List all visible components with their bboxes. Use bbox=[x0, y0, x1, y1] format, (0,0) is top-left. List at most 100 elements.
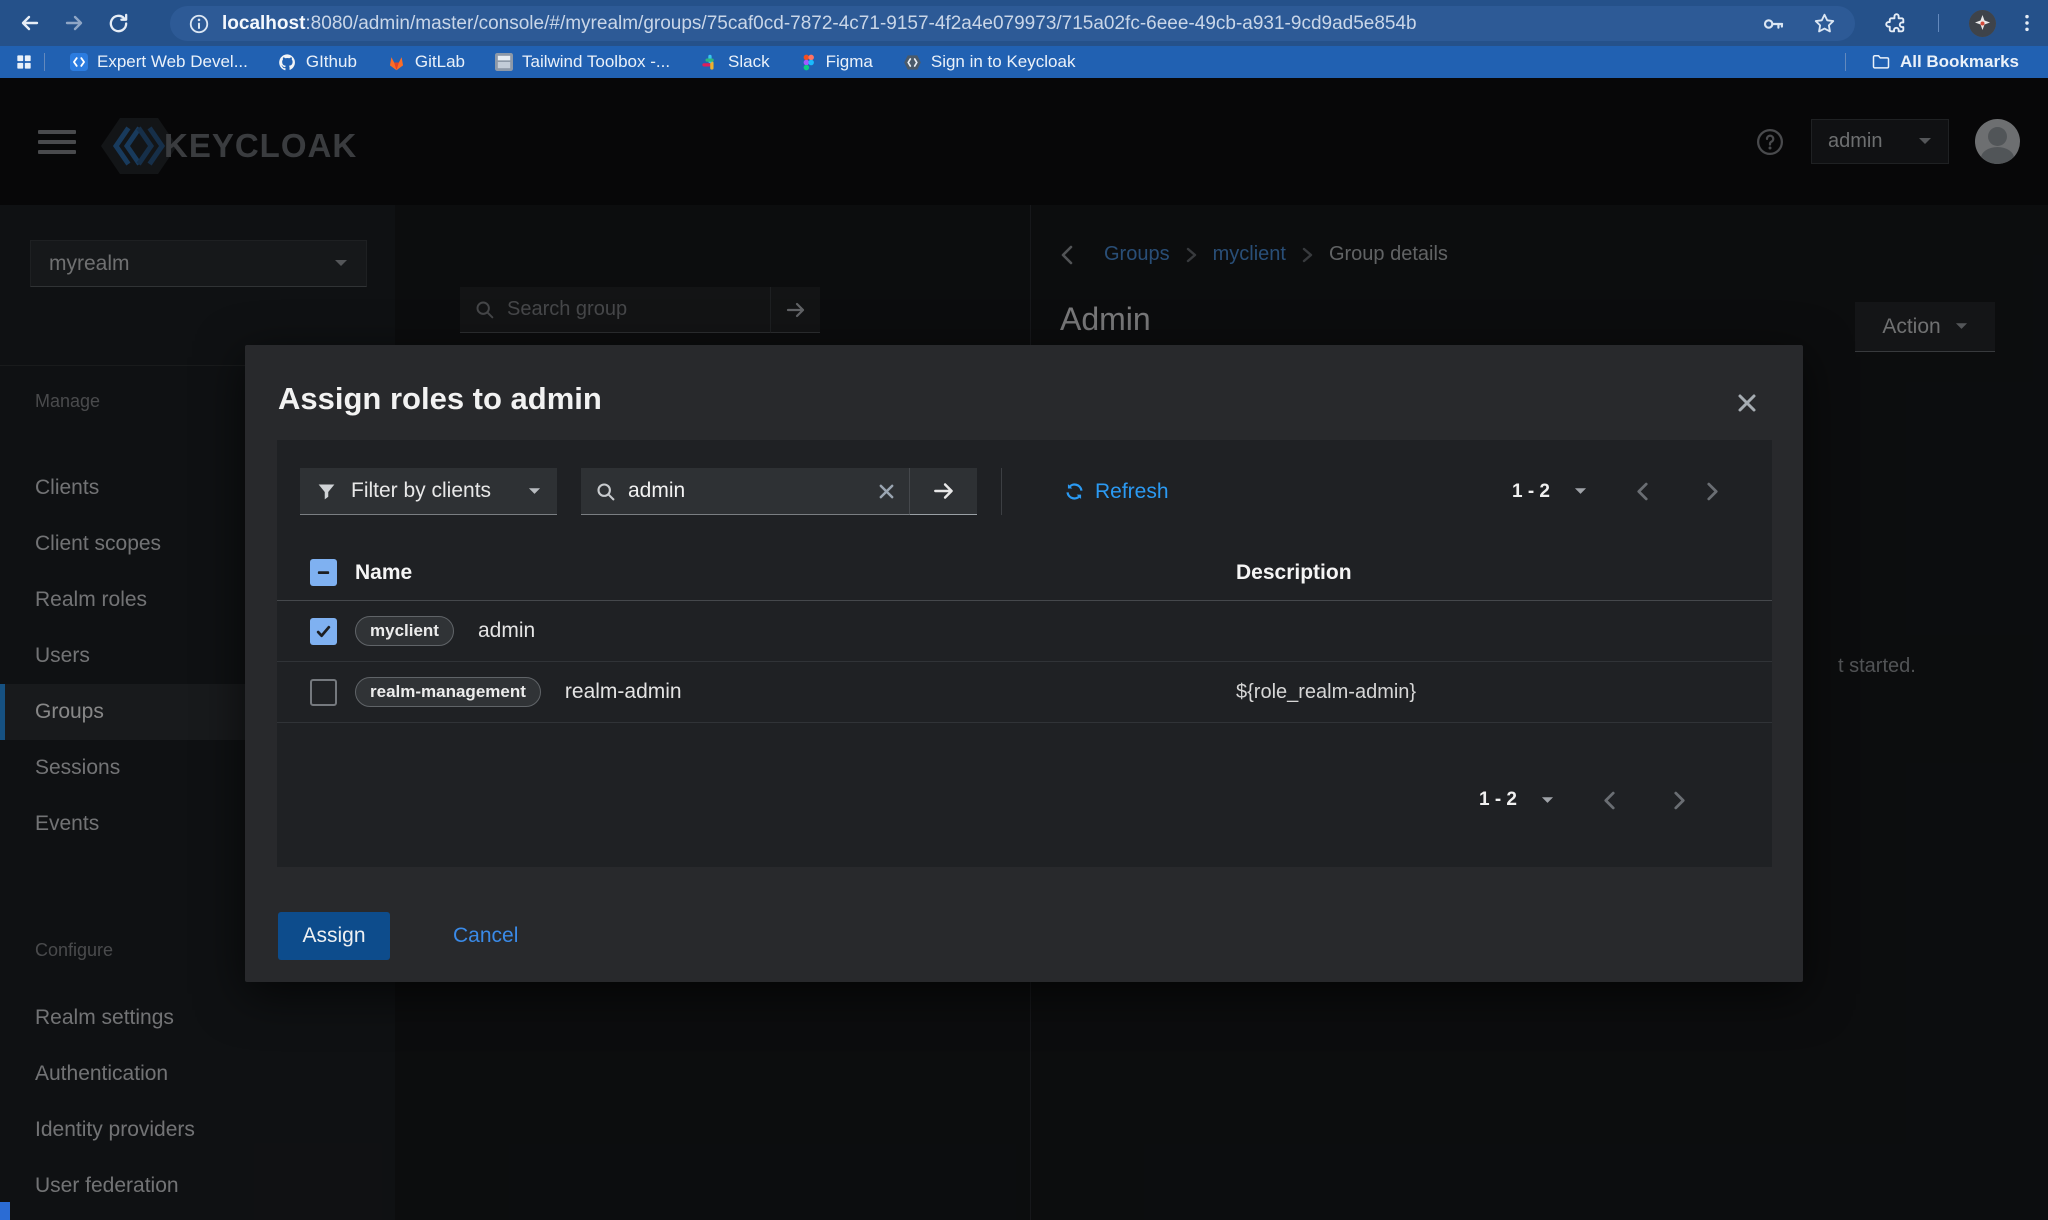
figma-favicon bbox=[800, 54, 817, 71]
forward-arrow-icon bbox=[62, 11, 86, 35]
all-bookmarks-button[interactable]: All Bookmarks bbox=[1871, 52, 2019, 72]
url-bar[interactable]: localhost:8080/admin/master/console/#/my… bbox=[170, 6, 1855, 41]
role-name: realm-admin bbox=[565, 680, 682, 704]
reload-button[interactable] bbox=[96, 3, 140, 43]
indeterminate-minus-icon bbox=[316, 565, 331, 580]
client-badge: myclient bbox=[355, 616, 454, 646]
browser-chrome: localhost:8080/admin/master/console/#/my… bbox=[0, 0, 2048, 78]
apps-grid-icon[interactable] bbox=[14, 52, 34, 72]
table-header-row: Name Description bbox=[277, 545, 1772, 601]
chevron-right-icon bbox=[1673, 791, 1686, 810]
bookmark-slack[interactable]: Slack bbox=[700, 52, 770, 72]
url-text: localhost:8080/admin/master/console/#/my… bbox=[222, 13, 1760, 35]
chevron-right-icon bbox=[1706, 482, 1719, 501]
assign-roles-modal: Assign roles to admin Filter by clients bbox=[245, 345, 1803, 982]
expert-web-dev-favicon bbox=[70, 53, 88, 71]
bookmarks-bar: Expert Web Devel... GIthub GitLab Tailwi… bbox=[0, 46, 2048, 78]
row-checkbox-checked[interactable] bbox=[310, 618, 337, 645]
bookmark-github[interactable]: GIthub bbox=[278, 52, 357, 72]
bookmark-keycloak[interactable]: Sign in to Keycloak bbox=[903, 52, 1076, 72]
roles-table: Name Description myclient admin realm-ma… bbox=[277, 545, 1772, 723]
select-all-checkbox[interactable] bbox=[310, 559, 337, 586]
bookmark-expert-web-dev[interactable]: Expert Web Devel... bbox=[70, 52, 248, 72]
role-name-cell: realm-management realm-admin bbox=[355, 677, 1218, 707]
chevron-left-icon bbox=[1603, 791, 1616, 810]
bookmark-label: Figma bbox=[826, 52, 873, 72]
reload-icon bbox=[107, 12, 130, 35]
pagination-bottom: 1 - 2 bbox=[1479, 765, 1694, 835]
table-row[interactable]: realm-management realm-admin ${role_real… bbox=[277, 662, 1772, 723]
assign-button[interactable]: Assign bbox=[278, 912, 390, 960]
role-description: ${role_realm-admin} bbox=[1236, 681, 1739, 704]
tailwind-toolbox-favicon bbox=[495, 53, 513, 71]
bookmark-label: Slack bbox=[728, 52, 770, 72]
checkmark-icon bbox=[315, 623, 332, 640]
password-key-icon[interactable] bbox=[1760, 11, 1786, 37]
github-favicon bbox=[278, 53, 297, 72]
browser-profile-avatar[interactable] bbox=[1969, 10, 1996, 37]
modal-title: Assign roles to admin bbox=[278, 381, 602, 417]
search-icon bbox=[595, 481, 616, 502]
corner-artifact bbox=[0, 1202, 10, 1220]
refresh-label: Refresh bbox=[1095, 480, 1169, 504]
pagination-menu-caret-icon[interactable] bbox=[1541, 796, 1554, 805]
role-search-input[interactable] bbox=[628, 479, 866, 503]
role-search bbox=[581, 468, 977, 515]
pagination-range: 1 - 2 bbox=[1479, 789, 1517, 811]
toolbar-separator bbox=[1001, 468, 1002, 515]
slack-favicon bbox=[700, 53, 719, 72]
role-name-cell: myclient admin bbox=[355, 616, 1218, 646]
cancel-button[interactable]: Cancel bbox=[453, 924, 518, 948]
back-arrow-icon bbox=[18, 11, 42, 35]
pagination-top: 1 - 2 bbox=[1512, 477, 1727, 507]
keycloak-favicon bbox=[903, 53, 922, 72]
modal-footer: Assign Cancel bbox=[278, 912, 518, 960]
extensions-puzzle-icon[interactable] bbox=[1883, 11, 1908, 36]
browser-menu-dots-icon[interactable] bbox=[2016, 12, 2038, 34]
all-bookmarks-label: All Bookmarks bbox=[1900, 52, 2019, 72]
all-bookmarks-separator bbox=[1845, 53, 1846, 71]
pagination-next-button[interactable] bbox=[1664, 785, 1694, 815]
forward-button[interactable] bbox=[52, 3, 96, 43]
clear-search-icon[interactable] bbox=[878, 483, 895, 500]
arrow-right-icon bbox=[931, 478, 957, 504]
pagination-prev-button[interactable] bbox=[1594, 785, 1624, 815]
chevron-left-icon bbox=[1636, 482, 1649, 501]
pagination-menu-caret-icon[interactable] bbox=[1574, 487, 1587, 496]
role-search-field[interactable] bbox=[581, 468, 909, 515]
pagination-prev-button[interactable] bbox=[1627, 477, 1657, 507]
modal-close-button[interactable] bbox=[1731, 387, 1763, 419]
bookmark-star-icon[interactable] bbox=[1812, 11, 1837, 36]
filter-by-clients-dropdown[interactable]: Filter by clients bbox=[300, 468, 557, 515]
gitlab-favicon bbox=[387, 53, 406, 72]
url-path: :8080/admin/master/console/#/myrealm/gro… bbox=[305, 13, 1416, 34]
refresh-button[interactable]: Refresh bbox=[1064, 480, 1169, 504]
bookmark-label: Tailwind Toolbox -... bbox=[522, 52, 670, 72]
column-header-name: Name bbox=[355, 561, 1218, 585]
toolbar-separator bbox=[1938, 14, 1939, 32]
column-header-description: Description bbox=[1236, 561, 1739, 585]
profile-image bbox=[1969, 10, 1996, 37]
pagination-range: 1 - 2 bbox=[1512, 481, 1550, 503]
browser-toolbar-right bbox=[1883, 0, 2038, 46]
refresh-icon bbox=[1064, 481, 1085, 502]
bookmark-figma[interactable]: Figma bbox=[800, 52, 873, 72]
role-search-submit-button[interactable] bbox=[909, 468, 977, 515]
chevron-down-icon bbox=[528, 487, 541, 496]
back-button[interactable] bbox=[8, 3, 52, 43]
bookmark-gitlab[interactable]: GitLab bbox=[387, 52, 465, 72]
url-host: localhost bbox=[222, 13, 305, 34]
roles-toolbar: Filter by clients Refresh 1 - 2 bbox=[300, 468, 1727, 515]
bookmark-label: Sign in to Keycloak bbox=[931, 52, 1076, 72]
bookmark-label: GitLab bbox=[415, 52, 465, 72]
folder-icon bbox=[1871, 52, 1891, 72]
table-row[interactable]: myclient admin bbox=[277, 601, 1772, 662]
pagination-next-button[interactable] bbox=[1697, 477, 1727, 507]
role-name: admin bbox=[478, 619, 535, 643]
row-checkbox-unchecked[interactable] bbox=[310, 679, 337, 706]
bookmark-tailwind-toolbox[interactable]: Tailwind Toolbox -... bbox=[495, 52, 670, 72]
browser-toolbar: localhost:8080/admin/master/console/#/my… bbox=[0, 0, 2048, 46]
client-badge: realm-management bbox=[355, 677, 541, 707]
site-info-icon[interactable] bbox=[188, 13, 210, 35]
roles-panel: Filter by clients Refresh 1 - 2 bbox=[277, 440, 1772, 867]
